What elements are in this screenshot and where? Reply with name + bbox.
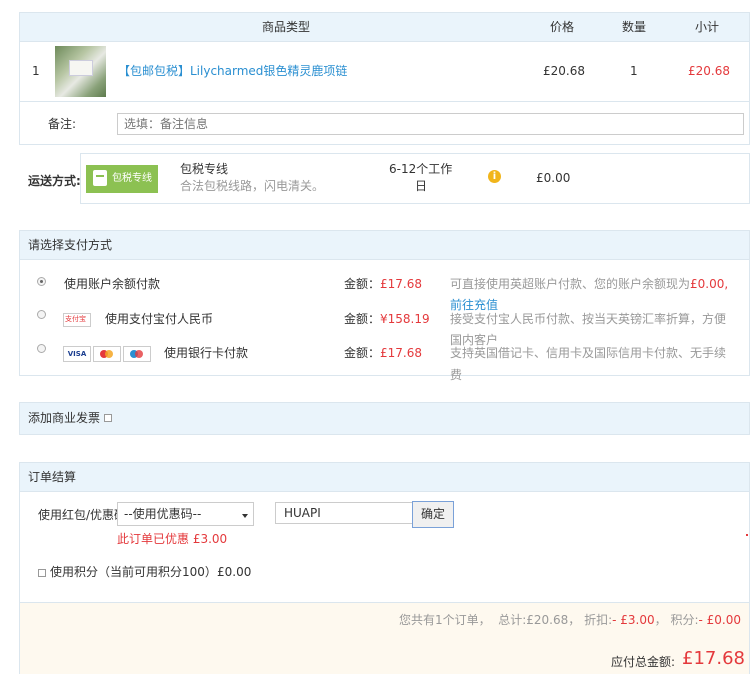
payment-amount-balance: £17.68 xyxy=(380,277,422,291)
payment-radio-alipay[interactable] xyxy=(37,310,46,319)
header-subtotal: 小计 xyxy=(695,20,720,34)
payment-desc-alipay: 接受支付宝人民币付款、按当天英镑汇率折算，方便 xyxy=(450,312,727,326)
payment-header xyxy=(19,230,750,260)
chevron-down-icon xyxy=(242,514,248,518)
points-checkbox[interactable] xyxy=(38,569,46,577)
payment-amount-alipay: ¥158.19 xyxy=(380,312,430,326)
checkout-title: 订单结算 xyxy=(28,470,77,484)
maestro-logo xyxy=(123,346,151,362)
coupon-code-input[interactable]: HUAPI xyxy=(275,502,414,524)
payment-label-balance[interactable]: 使用账户余额付款 xyxy=(64,276,160,292)
coupon-label: 使用红包/优惠码 xyxy=(38,508,120,522)
invoice-label[interactable]: 添加商业发票 xyxy=(28,410,100,426)
payment-desc-card-line2: 费 xyxy=(450,368,463,382)
discount-note: 此订单已优惠 £3.00 xyxy=(117,532,228,546)
payment-label-alipay[interactable]: 使用支付宝付人民币 xyxy=(105,311,213,327)
payment-amount-card: £17.68 xyxy=(380,346,422,360)
shipping-label: 运送方式: xyxy=(28,174,81,188)
payment-title: 请选择支付方式 xyxy=(28,238,113,252)
payment-label-card[interactable]: 使用银行卡付款 xyxy=(164,345,248,361)
payment-amount-label: 金额： xyxy=(344,346,381,360)
shipping-desc: 合法包税线路，闪电清关。 xyxy=(180,179,325,193)
header-price: 价格 xyxy=(550,20,575,34)
marker-dot xyxy=(746,534,748,536)
row-quantity: 1 xyxy=(630,64,638,78)
note-label: 备注: xyxy=(48,117,77,131)
checkout-header xyxy=(19,462,750,492)
info-icon[interactable]: i xyxy=(488,170,501,183)
product-name-link[interactable]: 【包邮包税】Lilycharmed银色精灵鹿项链 xyxy=(118,63,347,79)
header-quantity: 数量 xyxy=(622,20,647,34)
shipping-badge[interactable]: 包税专线 xyxy=(86,165,158,193)
note-input[interactable] xyxy=(117,113,744,135)
shipping-badge-label: 包税专线 xyxy=(112,173,152,184)
payment-amount-label: 金额： xyxy=(344,312,381,326)
payment-radio-balance[interactable] xyxy=(37,277,46,286)
alipay-logo: 支付宝 xyxy=(63,313,91,327)
payment-desc-balance: 可直接使用英超账户付款、您的账户余额现为£0.00, xyxy=(450,277,729,291)
mastercard-logo xyxy=(93,346,121,362)
points-label[interactable]: 使用积分（当前可用积分100） xyxy=(50,564,217,580)
visa-logo: VISA xyxy=(63,346,91,362)
invoice-checkbox[interactable] xyxy=(104,414,112,422)
payable-label: 应付总金额: xyxy=(611,655,676,669)
payable-value: £17.68 xyxy=(682,648,745,669)
product-thumbnail[interactable] xyxy=(55,46,106,97)
order-summary: 您共有1个订单， 总计:£20.68， 折扣:- £3.00， 积分:- £0.… xyxy=(398,613,741,627)
invoice-header xyxy=(19,402,750,435)
confirm-coupon-button[interactable]: 确定 xyxy=(412,501,454,528)
points-value: £0.00 xyxy=(217,565,252,579)
shipping-name: 包税专线 xyxy=(180,162,229,176)
payment-amount-label: 金额： xyxy=(344,277,381,291)
payment-radio-card[interactable] xyxy=(37,344,46,353)
row-subtotal: £20.68 xyxy=(688,64,730,78)
row-index: 1 xyxy=(32,64,40,78)
shipping-fee: £0.00 xyxy=(536,171,571,185)
header-product-type: 商品类型 xyxy=(262,20,311,34)
coupon-select[interactable]: --使用优惠码-- xyxy=(117,502,254,526)
shipping-time-line2: 日 xyxy=(415,179,428,193)
row-price: £20.68 xyxy=(543,64,585,78)
gift-icon xyxy=(93,170,107,186)
payment-desc-card: 支持英国借记卡、信用卡及国际信用卡付款、无手续 xyxy=(450,346,727,360)
shipping-time-line1: 6-12个工作 xyxy=(389,162,453,176)
